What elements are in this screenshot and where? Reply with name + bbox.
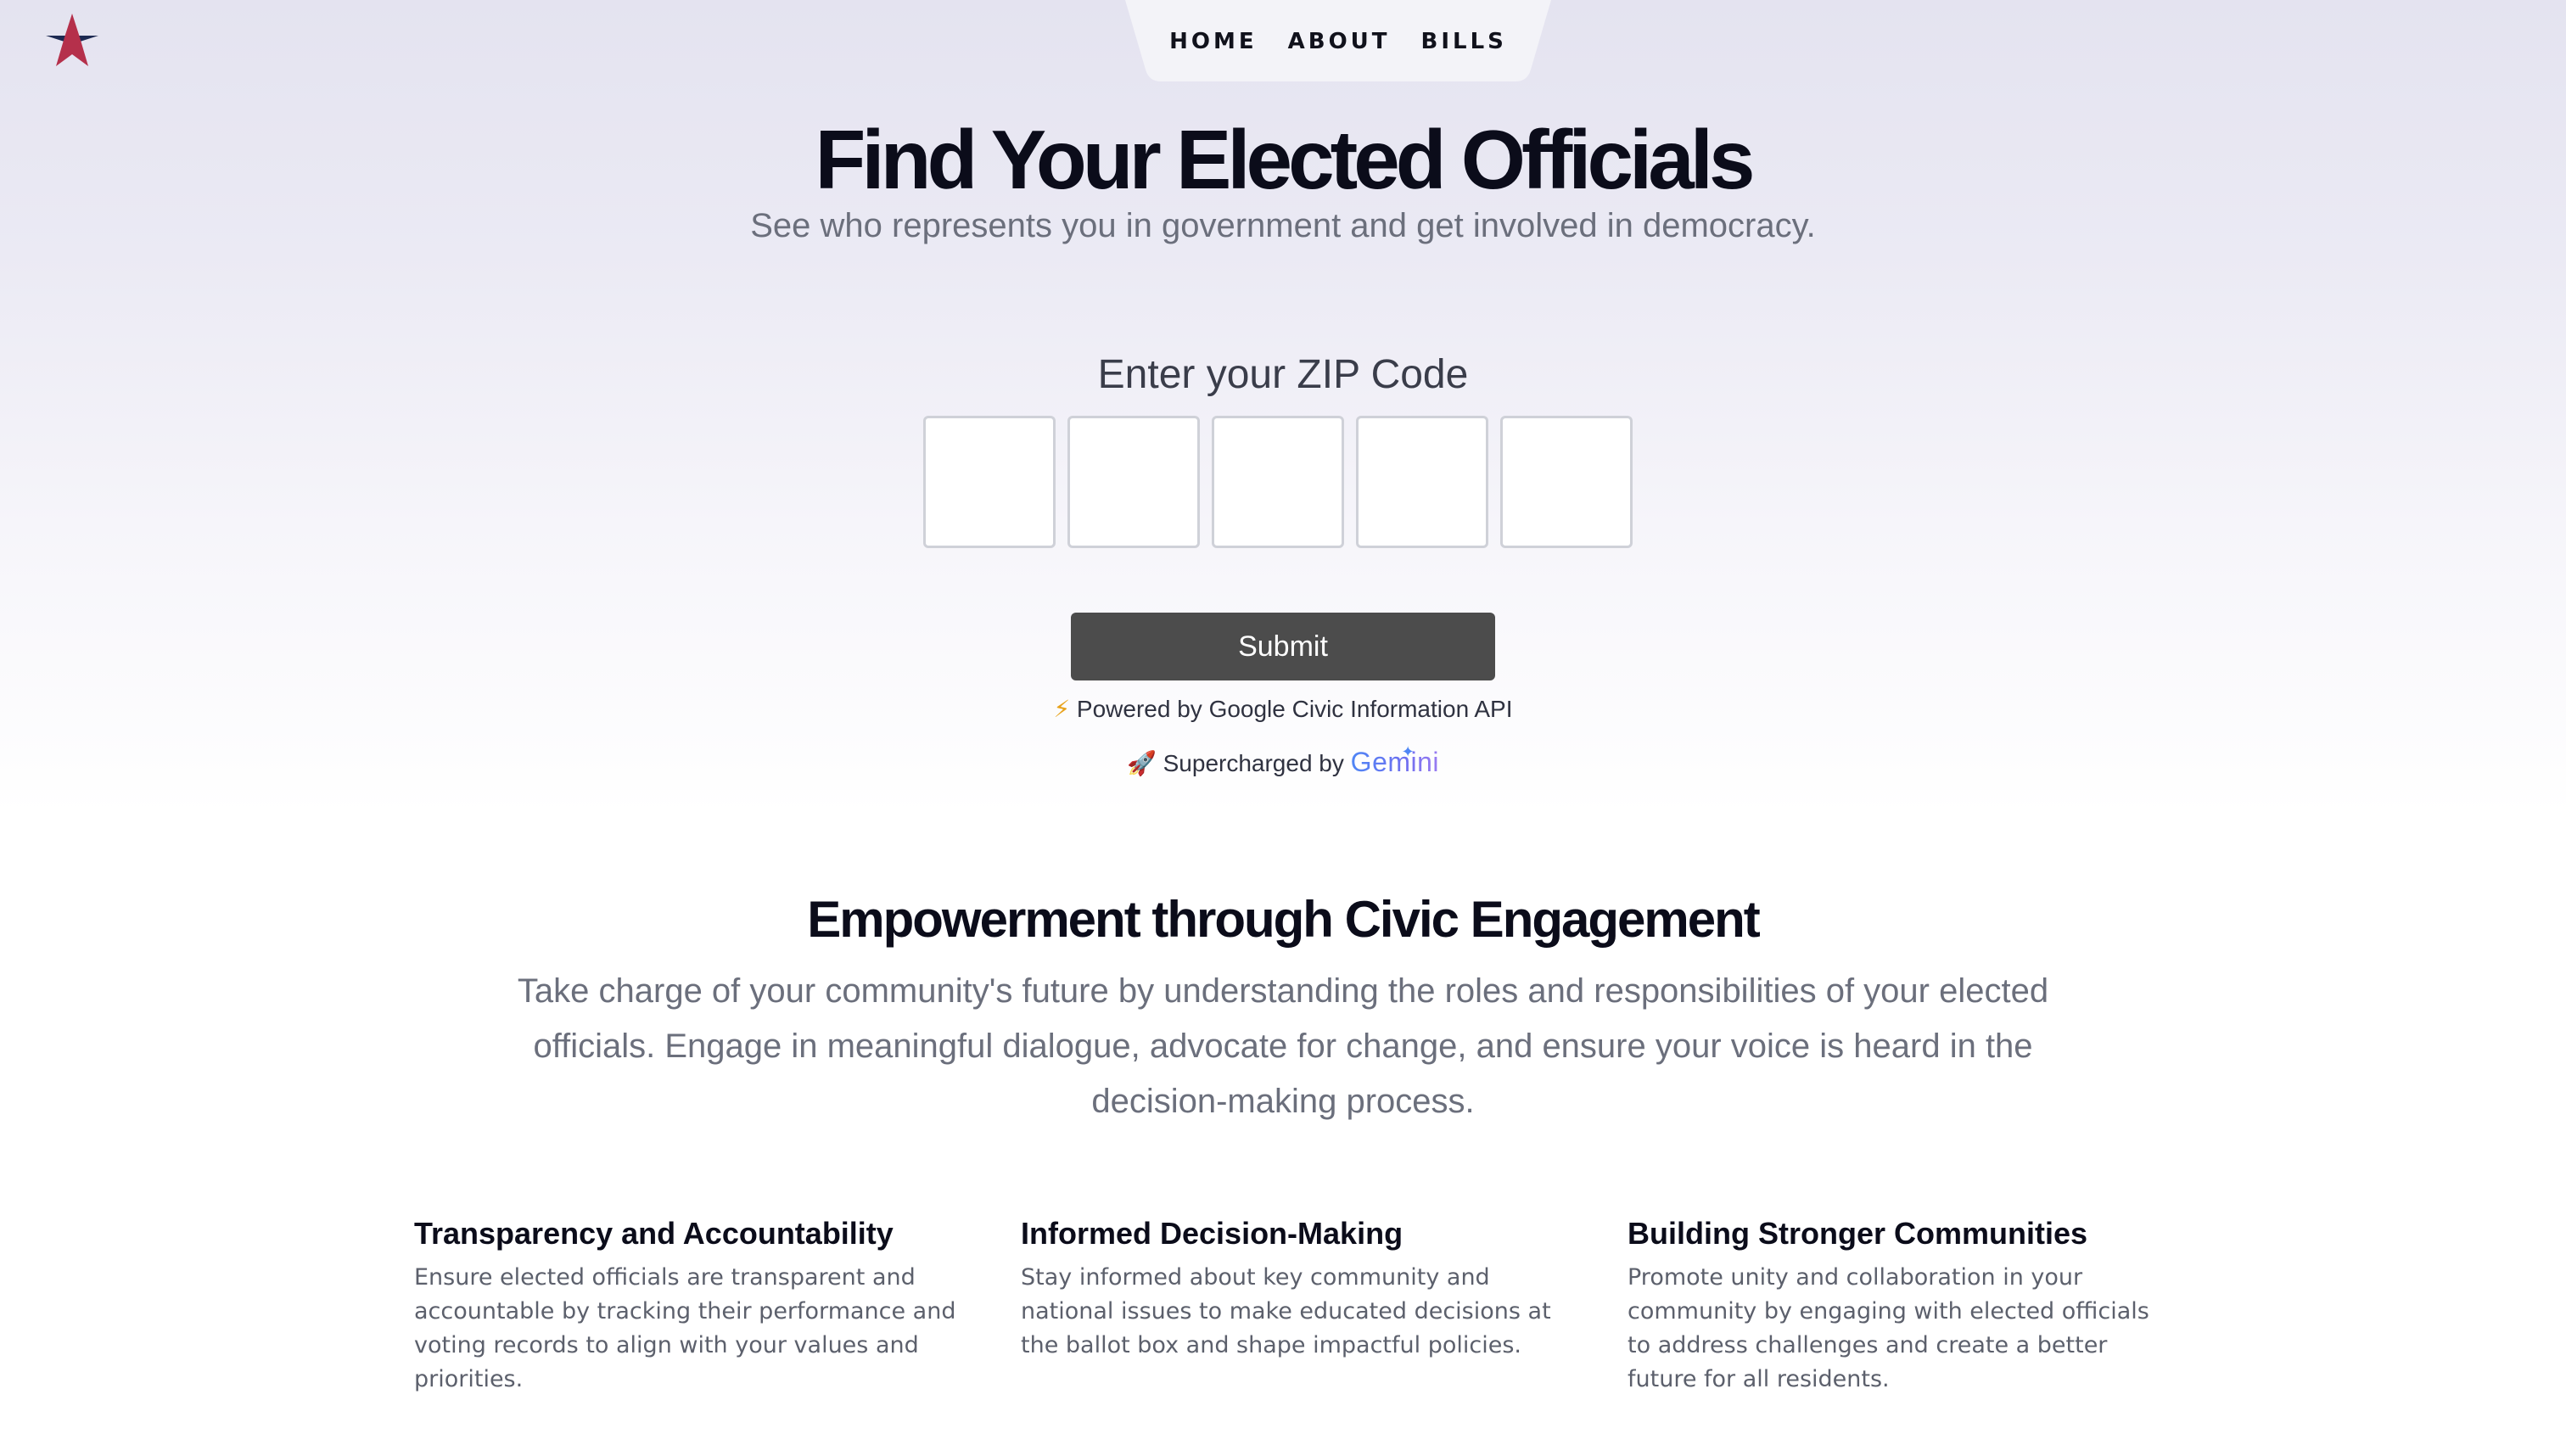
rocket-icon: 🚀 (1126, 750, 1157, 776)
zip-code-label: Enter your ZIP Code (1097, 352, 1469, 397)
top-navigation: HOME ABOUT BILLS (1125, 0, 1551, 81)
section-title: Empowerment through Civic Engagement (807, 891, 1760, 948)
submit-button[interactable]: Submit (1071, 613, 1495, 680)
feature-title: Transparency and Accountability (414, 1216, 894, 1251)
feature-card: Transparency and Accountability Ensure e… (414, 1210, 957, 1397)
star-logo-icon (46, 14, 98, 66)
supercharged-by-line: 🚀 Supercharged by Gemini ✦ (0, 743, 2566, 782)
zip-digit-1-input[interactable] (923, 416, 1056, 548)
feature-card: Building Stronger Communities Promote un… (1628, 1210, 2171, 1397)
gemini-sparkle-icon: ✦ (1401, 743, 1415, 760)
zip-code-inputs (923, 416, 1633, 548)
powered-by-text: Powered by Google Civic Information API (1076, 696, 1513, 722)
zip-digit-5-input[interactable] (1500, 416, 1633, 548)
feature-card: Informed Decision-Making Stay informed a… (1021, 1210, 1564, 1363)
supercharged-by-text: Supercharged by (1163, 750, 1344, 776)
feature-title: Informed Decision-Making (1021, 1216, 1403, 1251)
gemini-logo-text: Gemini (1350, 747, 1440, 777)
nav-home-link[interactable]: HOME (1169, 29, 1258, 54)
lightning-icon: ⚡ (1053, 696, 1071, 722)
home-logo-link[interactable] (44, 12, 100, 68)
feature-text: Stay informed about key community and na… (1021, 1264, 1551, 1358)
section-description: Take charge of your community's future b… (517, 972, 2049, 1120)
nav-about-link[interactable]: ABOUT (1288, 29, 1391, 54)
feature-text: Ensure elected officials are transparent… (414, 1264, 956, 1392)
page-title: Find Your Elected Officials (815, 113, 1756, 206)
feature-text: Promote unity and collaboration in your … (1628, 1264, 2149, 1392)
page-subtitle: See who represents you in government and… (750, 207, 1816, 244)
zip-digit-3-input[interactable] (1212, 416, 1344, 548)
feature-title: Building Stronger Communities (1628, 1216, 2088, 1251)
zip-digit-2-input[interactable] (1067, 416, 1200, 548)
nav-bills-link[interactable]: BILLS (1421, 29, 1507, 54)
powered-by-line: ⚡ Powered by Google Civic Information AP… (0, 692, 2566, 726)
zip-digit-4-input[interactable] (1356, 416, 1488, 548)
gemini-logo: Gemini ✦ (1350, 743, 1440, 777)
